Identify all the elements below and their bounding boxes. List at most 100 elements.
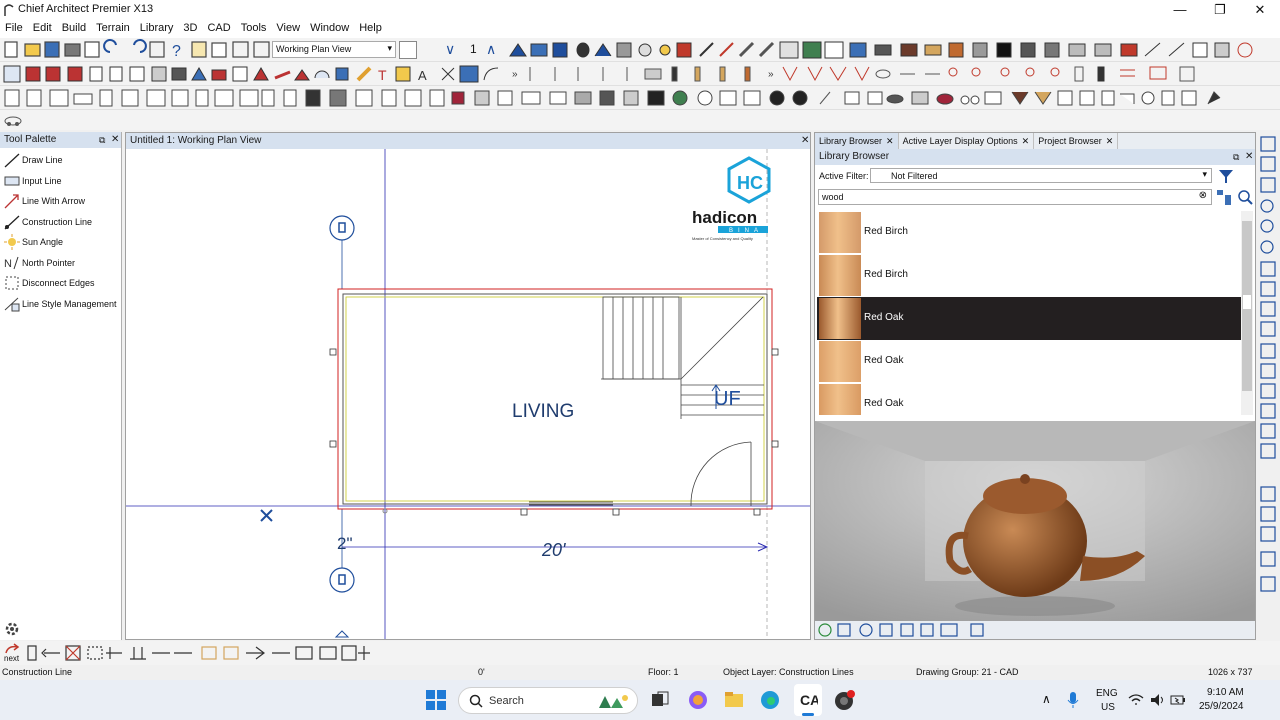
view-number[interactable]: 1 xyxy=(470,42,477,56)
tool-line-style-management[interactable]: Line Style Management xyxy=(0,294,121,315)
clock-date[interactable]: 25/9/2024 xyxy=(1199,701,1244,712)
filter-select[interactable]: Not Filtered ▾ xyxy=(870,168,1212,183)
chevron-down-icon: ▾ xyxy=(387,43,392,53)
file-explorer-icon[interactable] xyxy=(724,690,744,710)
language-bottom[interactable]: US xyxy=(1101,702,1115,713)
x-marker xyxy=(260,509,273,522)
next-arrow-icon[interactable] xyxy=(4,643,22,655)
tool-sun-angle[interactable]: Sun Angle xyxy=(0,232,121,253)
svg-text:HC: HC xyxy=(737,173,763,193)
room-walls[interactable] xyxy=(337,288,773,510)
close-icon[interactable]: ✕ xyxy=(111,132,119,148)
close-icon[interactable]: ✕ xyxy=(1022,136,1030,147)
next-label[interactable]: next xyxy=(4,654,19,663)
menu-cad[interactable]: CAD xyxy=(202,20,235,36)
menu-3d[interactable]: 3D xyxy=(178,20,202,36)
menu-library[interactable]: Library xyxy=(135,20,179,36)
menu-terrain[interactable]: Terrain xyxy=(91,20,135,36)
tab-active-layer-display-options[interactable]: Active Layer Display Options ✕ xyxy=(898,133,1035,149)
microphone-icon[interactable] xyxy=(1066,691,1080,709)
menu-file[interactable]: File xyxy=(0,20,28,36)
maximize-button[interactable]: ❐ xyxy=(1200,0,1240,20)
menu-edit[interactable]: Edit xyxy=(28,20,57,36)
toolbar-row-1: ? Working Plan View ▾ ∨ 1 ∧ xyxy=(0,38,1280,62)
dimension-width[interactable]: 20' xyxy=(541,540,566,560)
preview-toolbar-icons[interactable] xyxy=(815,621,1015,639)
selection-handles[interactable] xyxy=(329,348,779,516)
plan-view-window: Untitled 1: Working Plan View ✕ UF LIVIN… xyxy=(125,132,811,640)
tab-project-browser[interactable]: Project Browser ✕ xyxy=(1034,133,1119,149)
library-scrollbar[interactable] xyxy=(1241,211,1253,415)
menu-view[interactable]: View xyxy=(271,20,305,36)
car-icon[interactable] xyxy=(4,113,22,127)
chevron-up-icon[interactable]: ∧ xyxy=(1042,692,1051,706)
wifi-icon[interactable] xyxy=(1128,693,1144,707)
search-icon[interactable] xyxy=(1237,189,1253,205)
menu-tools[interactable]: Tools xyxy=(236,20,272,36)
library-item-selected[interactable]: Red Oak xyxy=(817,297,1241,340)
menu-build[interactable]: Build xyxy=(57,20,91,36)
clear-search-icon[interactable]: ⊗ xyxy=(1199,190,1207,201)
chevron-up-icon[interactable]: ∧ xyxy=(486,41,496,58)
chevron-icon[interactable]: ∨ xyxy=(445,41,455,58)
edge-browser-icon[interactable] xyxy=(760,690,780,710)
close-icon[interactable]: ✕ xyxy=(1106,136,1114,147)
toolbar-icons-1b[interactable] xyxy=(505,38,1280,62)
float-icon[interactable]: ⧉ xyxy=(99,132,105,148)
tool-disconnect-edges[interactable]: Disconnect Edges xyxy=(0,273,121,294)
right-toolbar-icons[interactable] xyxy=(1257,132,1280,640)
library-item-name: Red Birch xyxy=(864,269,908,280)
library-item[interactable]: Red Oak xyxy=(817,340,1241,383)
plan-canvas[interactable]: UF LIVING 2" 20' HC hadicon BINA Master … xyxy=(126,149,810,639)
close-icon[interactable]: ✕ xyxy=(801,133,809,149)
checkbox-icon[interactable] xyxy=(399,41,417,59)
windows-start-icon[interactable] xyxy=(426,690,446,710)
pan-arrow-icon[interactable] xyxy=(334,630,350,638)
library-item[interactable]: Red Birch xyxy=(817,211,1241,254)
tool-north-pointer[interactable]: N North Pointer xyxy=(0,253,121,274)
toolbar-icons-2[interactable]: T A » » xyxy=(0,62,1280,86)
close-window-button[interactable]: ✕ xyxy=(1240,0,1280,20)
float-icon[interactable]: ⧉ xyxy=(1233,149,1239,165)
bottom-toolbar-icons[interactable] xyxy=(24,643,384,663)
close-icon[interactable]: ✕ xyxy=(1245,149,1253,165)
section-marker-top[interactable] xyxy=(329,215,355,289)
toolbar-icons-3[interactable] xyxy=(0,86,1280,110)
tool-construction-line[interactable]: Construction Line xyxy=(0,212,121,233)
menu-help[interactable]: Help xyxy=(354,20,387,36)
copilot-icon[interactable] xyxy=(688,690,708,710)
obs-recorder-icon[interactable] xyxy=(834,689,856,711)
filter-icon[interactable] xyxy=(1217,167,1235,185)
library-item[interactable]: Red Birch xyxy=(817,254,1241,297)
menu-window[interactable]: Window xyxy=(305,20,354,36)
material-preview[interactable] xyxy=(815,421,1255,621)
close-icon[interactable]: ✕ xyxy=(886,136,894,147)
status-drawing-group: Drawing Group: 21 - CAD xyxy=(916,667,1019,677)
language-top[interactable]: ENG xyxy=(1096,688,1118,699)
library-item[interactable]: Red Oak xyxy=(817,383,1241,415)
chief-architect-task[interactable]: CA xyxy=(794,684,822,716)
clock-time[interactable]: 9:10 AM xyxy=(1207,687,1244,698)
tab-label: Project Browser xyxy=(1038,136,1102,146)
room-label[interactable]: LIVING xyxy=(512,401,574,422)
north-pointer-icon: N xyxy=(4,256,19,270)
door[interactable] xyxy=(690,441,752,507)
settings-gear-icon[interactable] xyxy=(3,620,21,638)
view-select[interactable]: Working Plan View ▾ xyxy=(272,41,396,58)
volume-icon[interactable] xyxy=(1150,693,1166,707)
tool-input-line[interactable]: Input Line xyxy=(0,171,121,192)
minimize-button[interactable]: — xyxy=(1160,0,1200,20)
task-view-icon[interactable] xyxy=(650,690,670,710)
tool-icon[interactable] xyxy=(422,41,440,59)
search-icon xyxy=(469,694,483,708)
battery-icon[interactable] xyxy=(1170,693,1186,707)
taskbar-search-box[interactable]: Search xyxy=(458,687,638,714)
dimension-small[interactable]: 2" xyxy=(337,534,353,553)
material-swatch xyxy=(819,384,861,415)
tool-draw-line[interactable]: Draw Line xyxy=(0,150,121,171)
search-input[interactable]: wood ⊗ xyxy=(818,189,1212,205)
stair-up-label: UF xyxy=(714,388,741,410)
tab-library-browser[interactable]: Library Browser ✕ xyxy=(815,133,899,149)
tree-icon[interactable] xyxy=(1216,189,1232,205)
tool-line-with-arrow[interactable]: Line With Arrow xyxy=(0,191,121,212)
